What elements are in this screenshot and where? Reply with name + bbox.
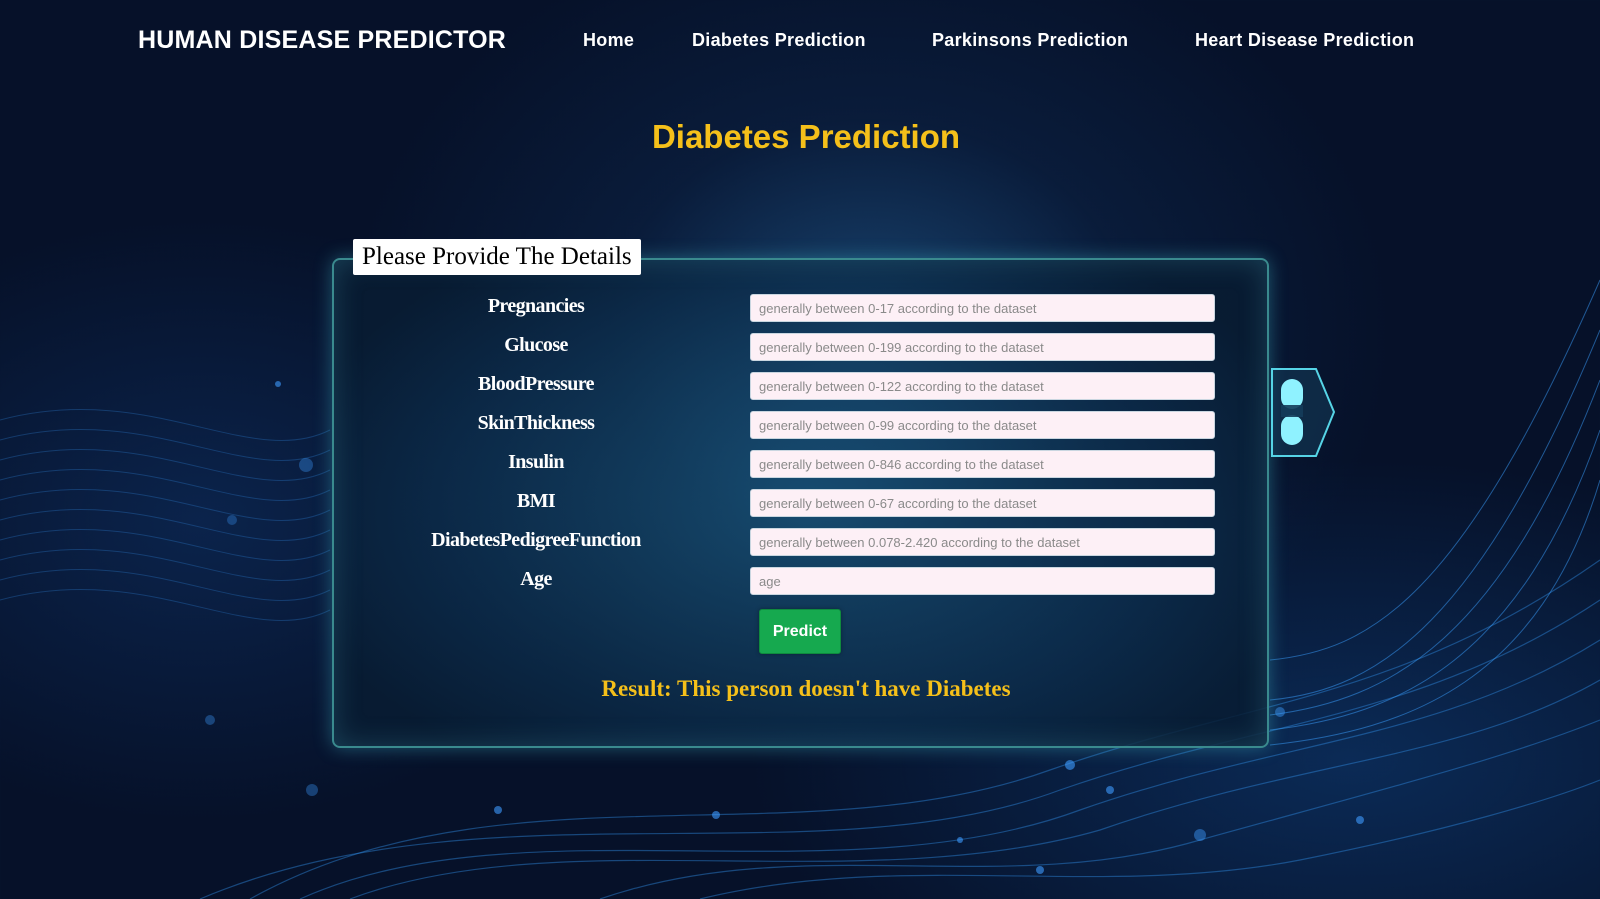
form-legend: Please Provide The Details [353, 239, 641, 275]
input-insulin[interactable] [750, 450, 1215, 478]
navbar: HUMAN DISEASE PREDICTOR Home Diabetes Pr… [0, 0, 1600, 82]
label-bmi: BMI [516, 490, 556, 512]
input-blood-pressure[interactable] [750, 372, 1215, 400]
nav-home[interactable]: Home [583, 30, 634, 51]
nav-heart-disease-prediction[interactable]: Heart Disease Prediction [1195, 30, 1414, 51]
page-title: Diabetes Prediction [651, 118, 961, 155]
label-pregnancies: Pregnancies [487, 295, 585, 317]
label-diabetes-pedigree-function: DiabetesPedigreeFunction [431, 529, 641, 551]
input-glucose[interactable] [750, 333, 1215, 361]
brand-logo[interactable]: HUMAN DISEASE PREDICTOR [138, 26, 506, 55]
nav-diabetes-prediction[interactable]: Diabetes Prediction [692, 30, 866, 51]
input-diabetes-pedigree-function[interactable] [750, 528, 1215, 556]
capsule-icon [1271, 368, 1336, 457]
label-age: Age [520, 568, 552, 590]
input-bmi[interactable] [750, 489, 1215, 517]
label-blood-pressure: BloodPressure [478, 373, 595, 395]
label-skin-thickness: SkinThickness [477, 412, 595, 434]
label-glucose: Glucose [504, 334, 568, 356]
input-age[interactable] [750, 567, 1215, 595]
nav-parkinsons-prediction[interactable]: Parkinsons Prediction [932, 30, 1128, 51]
input-skin-thickness[interactable] [750, 411, 1215, 439]
predict-button[interactable]: Predict [759, 609, 841, 654]
result-text: Result: This person doesn't have Diabete… [601, 676, 1011, 701]
input-pregnancies[interactable] [750, 294, 1215, 322]
label-insulin: Insulin [508, 451, 564, 473]
